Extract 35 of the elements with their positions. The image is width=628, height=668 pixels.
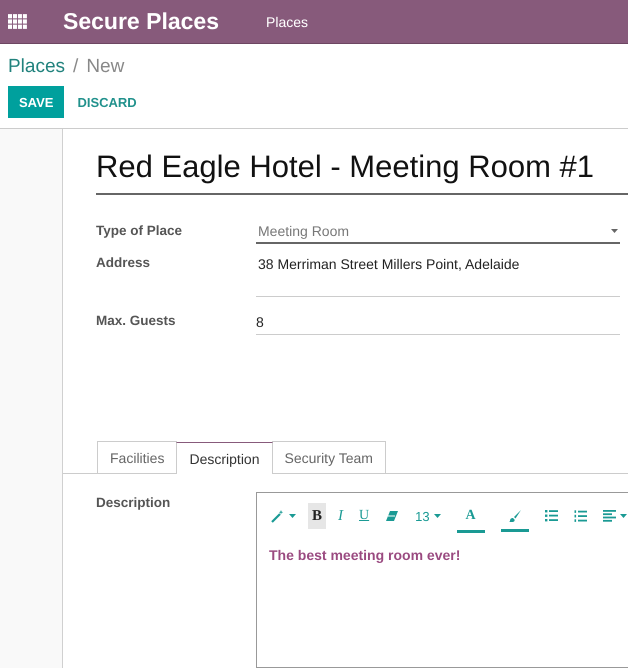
field-label: Max. Guests: [96, 313, 177, 328]
apps-grid-icon[interactable]: [8, 14, 27, 29]
caret-icon: [611, 229, 618, 233]
caret-icon: [620, 514, 627, 518]
bold-tool-button[interactable]: B: [308, 503, 326, 529]
description-text: The best meeting room ever!: [268, 546, 462, 565]
rich-text-editor[interactable]: B I U 13 A The best meeting room ever!: [256, 492, 628, 668]
select-field[interactable]: Meeting Room: [256, 223, 620, 244]
caret-icon: [434, 514, 441, 518]
caret-icon: [289, 514, 296, 518]
magic-wand-icon: [271, 509, 285, 523]
save-button[interactable]: SAVE: [8, 86, 64, 118]
input-field[interactable]: 8: [256, 313, 620, 335]
italic-tool-button[interactable]: I: [334, 503, 348, 529]
tab[interactable]: Facilities: [97, 441, 178, 473]
breadcrumb-current: New: [86, 56, 124, 78]
field-label: Address: [96, 255, 152, 270]
name-field[interactable]: Red Eagle Hotel - Meeting Room #1: [96, 149, 628, 195]
breadcrumb-separator: /: [73, 56, 78, 78]
size-tool-button[interactable]: 13: [411, 503, 445, 529]
field-label: Type of Place: [96, 223, 184, 238]
menu-item[interactable]: Places: [266, 14, 308, 30]
discard-button[interactable]: DISCARD: [66, 86, 148, 118]
eraser-icon: [385, 510, 400, 522]
tab[interactable]: Security Team: [272, 441, 386, 473]
bullet-list-icon: [544, 510, 558, 522]
align-left-icon: [602, 510, 616, 522]
field-label: Description: [96, 494, 172, 512]
address-field[interactable]: 38 Merriman Street Millers Point, Adelaide: [256, 255, 620, 297]
breadcrumb-link[interactable]: Places: [8, 56, 66, 78]
underline-tool-button[interactable]: U: [355, 503, 374, 529]
tab[interactable]: Description: [176, 442, 272, 474]
numbered-list-icon: [574, 510, 587, 522]
app-title: Secure Places: [63, 8, 220, 35]
brush-icon: [508, 508, 522, 522]
